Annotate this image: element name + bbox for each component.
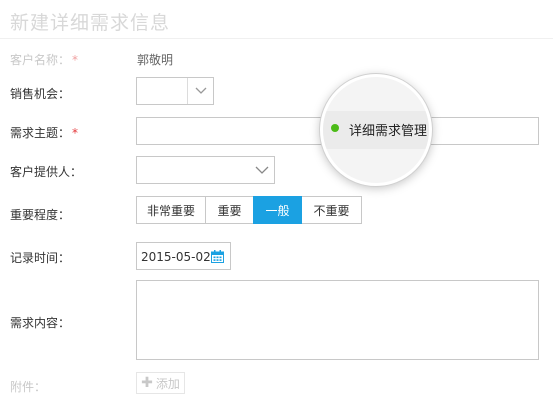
record-time-label: 记录时间：: [10, 251, 71, 265]
importance-label: 重要程度：: [10, 208, 71, 222]
sales-opportunity-select[interactable]: [136, 77, 214, 105]
page-title: 新建详细需求信息: [10, 12, 171, 34]
chevron-down-icon: [255, 166, 269, 174]
importance-option-very-important[interactable]: 非常重要: [136, 196, 206, 224]
add-attachment-button[interactable]: ✚ 添加: [136, 372, 185, 394]
chevron-down-icon: [195, 87, 206, 94]
importance-option-normal[interactable]: 一般: [253, 196, 302, 224]
plus-icon: ✚: [141, 375, 153, 391]
requirement-content-label: 需求内容：: [10, 316, 71, 330]
importance-option-not-important[interactable]: 不重要: [301, 196, 362, 224]
sales-opportunity-label: 销售机会：: [10, 87, 71, 101]
title-divider: [0, 38, 553, 39]
customer-name-value: 郭敬明: [137, 53, 174, 67]
record-time-input[interactable]: 2015-05-02: [136, 242, 231, 270]
required-mark: *: [72, 53, 79, 67]
importance-segmented-control: 非常重要 重要 一般 不重要: [136, 196, 362, 224]
customer-name-label: 客户名称： *: [10, 51, 78, 68]
required-mark: *: [72, 126, 79, 140]
status-dot-icon: [331, 124, 339, 132]
attachment-label: 附件：: [10, 380, 47, 394]
importance-option-important[interactable]: 重要: [205, 196, 254, 224]
magnifier-overlay: 详细需求管理: [320, 74, 432, 186]
customer-provider-select[interactable]: [136, 156, 275, 184]
customer-name-label-text: 客户名称：: [10, 53, 71, 67]
calendar-icon[interactable]: [211, 250, 224, 263]
menu-item-detailed-requirement-management[interactable]: 详细需求管理: [349, 120, 427, 139]
requirement-content-textarea[interactable]: [136, 280, 539, 360]
sales-opportunity-dropdown-button[interactable]: [187, 78, 213, 104]
customer-provider-label: 客户提供人：: [10, 165, 83, 179]
requirement-subject-label: 需求主题： *: [10, 124, 78, 141]
record-time-value: 2015-05-02: [141, 250, 211, 264]
add-attachment-label: 添加: [155, 376, 180, 391]
requirement-subject-label-text: 需求主题：: [10, 126, 71, 140]
